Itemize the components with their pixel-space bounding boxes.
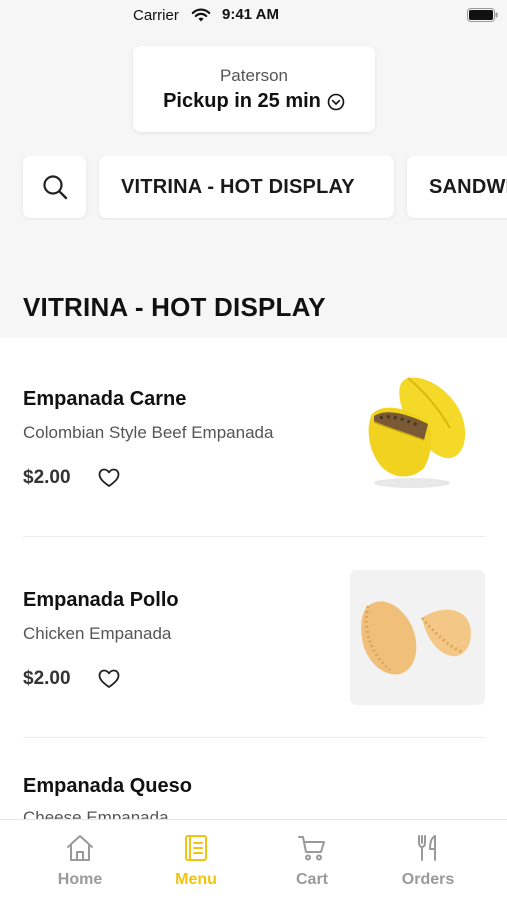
- category-chip-hot-display[interactable]: VITRINA - HOT DISPLAY: [99, 156, 394, 218]
- item-divider: [23, 536, 485, 537]
- empanada-carne-image: [368, 377, 466, 488]
- tab-label: Cart: [295, 871, 328, 888]
- heart-icon[interactable]: [98, 468, 120, 488]
- category-chip-sandwiches[interactable]: SANDWICHES: [407, 156, 507, 218]
- pickup-selector[interactable]: Paterson Pickup in 25 min: [133, 46, 375, 132]
- empanada-pollo-image: [350, 570, 485, 705]
- fork-knife-icon: [418, 835, 436, 861]
- battery-icon: [467, 8, 498, 22]
- search-button[interactable]: [23, 156, 86, 218]
- carrier-label: Carrier: [133, 7, 179, 24]
- tab-cart[interactable]: Cart: [249, 820, 375, 900]
- category-bar: VITRINA - HOT DISPLAY SANDWICHES: [0, 156, 507, 220]
- home-icon: [67, 835, 93, 861]
- item-name: Empanada Pollo: [23, 589, 179, 611]
- menu-item[interactable]: Empanada Queso Cheese Empanada: [0, 738, 507, 819]
- cart-icon: [298, 836, 325, 861]
- item-name: Empanada Carne: [23, 388, 187, 410]
- item-name: Empanada Queso: [23, 775, 192, 797]
- tab-label: Menu: [175, 871, 217, 888]
- store-location: Paterson: [219, 66, 289, 85]
- menu-icon: [185, 835, 207, 861]
- menu-list: Empanada Carne Colombian Style Beef Empa…: [0, 338, 507, 819]
- heart-icon[interactable]: [98, 669, 120, 689]
- tab-label: Home: [57, 871, 103, 888]
- item-price: $2.00: [23, 467, 71, 488]
- item-description: Chicken Empanada: [23, 624, 172, 643]
- wifi-icon: [191, 8, 211, 22]
- item-description: Colombian Style Beef Empanada: [23, 423, 274, 442]
- tab-orders[interactable]: Orders: [365, 820, 491, 900]
- tab-menu[interactable]: Menu: [133, 820, 259, 900]
- tab-bar: Home Menu Cart Orders: [0, 819, 507, 900]
- pickup-time: Pickup in 25 min: [163, 90, 321, 112]
- item-description: Cheese Empanada: [23, 808, 169, 819]
- chevron-down-circle-icon: [327, 93, 345, 110]
- section-title: VITRINA - HOT DISPLAY: [23, 292, 326, 322]
- menu-item[interactable]: Empanada Carne Colombian Style Beef Empa…: [0, 338, 507, 538]
- pickup-time-row: Pickup in 25 min: [133, 90, 375, 113]
- tab-label: Orders: [401, 871, 455, 888]
- item-price: $2.00: [23, 668, 71, 689]
- clock: 9:41 AM: [222, 6, 279, 23]
- tab-home[interactable]: Home: [17, 820, 143, 900]
- status-bar: Carrier 9:41 AM: [0, 0, 507, 30]
- menu-item[interactable]: Empanada Pollo Chicken Empanada $2.00: [0, 538, 507, 738]
- search-icon: [42, 175, 67, 200]
